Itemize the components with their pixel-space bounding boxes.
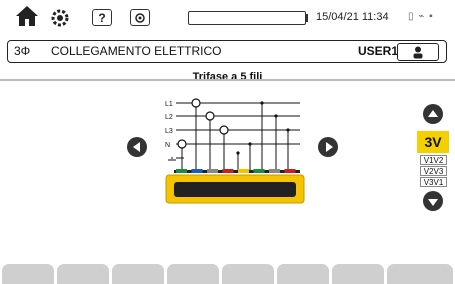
screenshot-button[interactable] <box>130 9 150 26</box>
mode-option-v2v3[interactable]: V2V3 <box>420 166 447 176</box>
terminal-4 <box>222 169 234 173</box>
terminal-1 <box>176 169 187 173</box>
user-icon <box>413 46 423 58</box>
phase-label: 3Φ <box>14 44 31 58</box>
mode-up-button[interactable] <box>423 104 443 124</box>
line-label-l3: L3 <box>165 128 173 135</box>
clamp-l1 <box>191 98 201 108</box>
clamp-l3 <box>219 125 229 135</box>
camera-icon <box>135 12 145 23</box>
previous-button[interactable] <box>127 137 147 157</box>
terminal-6 <box>253 169 265 173</box>
softkey-4[interactable] <box>167 264 219 284</box>
home-icon <box>16 6 38 26</box>
arrow-down-icon <box>428 198 438 206</box>
battery-tip <box>305 14 308 22</box>
separator <box>0 79 455 81</box>
softkey-3[interactable] <box>112 264 164 284</box>
terminal-7 <box>269 169 280 173</box>
softkey-6[interactable] <box>277 264 329 284</box>
help-icon: ? <box>98 10 106 25</box>
clamp-n <box>177 139 187 149</box>
status-icons: ▯ ⌁ ▪ <box>408 11 434 22</box>
arrow-up-icon <box>428 109 438 117</box>
wiring-diagram: L1 L2 L3 N <box>165 98 305 204</box>
line-label-l1: L1 <box>165 101 173 108</box>
page-title: COLLEGAMENTO ELETTRICO <box>51 44 222 58</box>
terminal-3 <box>207 169 218 173</box>
mode-down-button[interactable] <box>423 191 443 211</box>
help-button[interactable]: ? <box>92 9 112 26</box>
datetime: 15/04/21 11:34 <box>316 11 389 23</box>
battery-indicator <box>188 11 306 25</box>
softkey-8[interactable] <box>387 264 453 284</box>
mode-option-v3v1[interactable]: V3V1 <box>420 177 447 187</box>
mode-option-v1v2[interactable]: V1V2 <box>420 155 447 165</box>
softkey-7[interactable] <box>332 264 384 284</box>
gear-icon <box>51 9 69 27</box>
arrow-right-icon <box>325 142 333 152</box>
line-label-n: N <box>165 142 170 149</box>
softkey-2[interactable] <box>57 264 109 284</box>
terminal-8 <box>284 169 296 173</box>
next-button[interactable] <box>318 137 338 157</box>
terminal-2 <box>191 169 203 173</box>
user-label: USER1 <box>358 44 399 58</box>
terminal-5 <box>238 169 249 173</box>
line-label-l2: L2 <box>165 114 173 121</box>
user-button[interactable] <box>397 43 439 61</box>
softkey-5[interactable] <box>222 264 274 284</box>
instrument-display <box>174 182 296 197</box>
connection-subtitle: Trifase a 5 fili <box>192 71 263 83</box>
home-button[interactable] <box>14 4 40 28</box>
settings-button[interactable] <box>49 7 71 29</box>
clamp-l2 <box>205 111 215 121</box>
arrow-left-icon <box>132 142 140 152</box>
selected-mode[interactable]: 3V <box>417 131 449 153</box>
softkey-1[interactable] <box>2 264 54 284</box>
